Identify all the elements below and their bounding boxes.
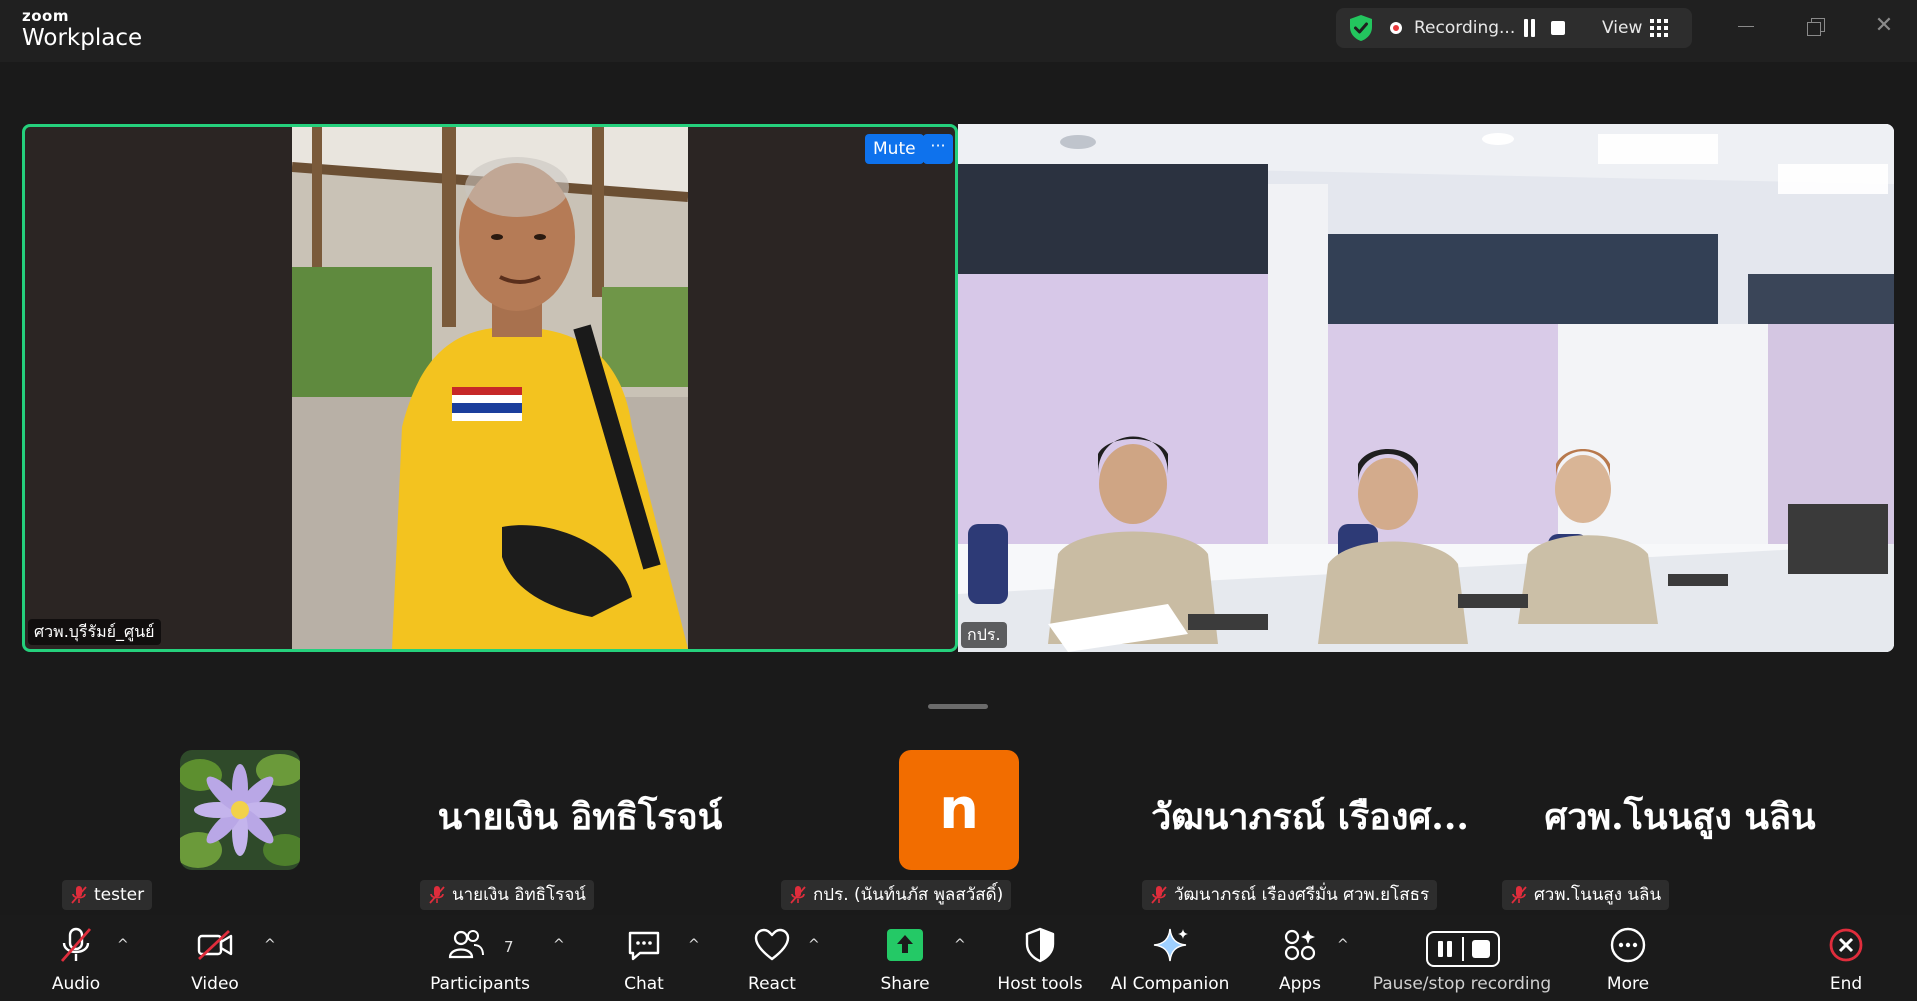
mic-muted-icon [71, 886, 87, 904]
end-label: End [1829, 974, 1863, 994]
recording-status-pill: Recording... View [1336, 8, 1692, 48]
share-options-caret[interactable]: ^ [954, 937, 966, 953]
apps-icon [1284, 929, 1316, 961]
host-tools-label: Host tools [997, 974, 1083, 994]
participant-card[interactable]: ศวพ.โนนสูง นลิน ศวพ.โนนสูง นลิน [1500, 730, 1860, 914]
participant-card[interactable]: วัฒนาภรณ์ เรืองศ... วัฒนาภรณ์ เรืองศรีมั… [1140, 730, 1500, 914]
participant-name-text: นายเงิน อิทธิโรจน์ [452, 885, 586, 905]
video-tile-active-speaker[interactable]: Mute ··· ศวพ.บุรีรัมย์_ศูนย์ [22, 124, 958, 652]
minimize-window-button[interactable] [1726, 10, 1766, 42]
participant-display-name: ศวพ.โนนสูง นลิน [1544, 796, 1816, 838]
participant-video-feed [292, 127, 688, 649]
react-button[interactable]: React [732, 915, 812, 1001]
apps-options-caret[interactable]: ^ [1337, 937, 1349, 953]
participant-name-text: วัฒนาภรณ์ เรืองศรีมั่น ศวพ.ยโสธร [1174, 885, 1430, 905]
share-button[interactable]: Share [865, 915, 945, 1001]
camera-off-icon [197, 929, 233, 961]
mic-off-icon [60, 927, 92, 962]
brand-workplace: Workplace [22, 25, 143, 51]
chat-bubble-icon [628, 931, 660, 961]
participant-name-label: ศวพ.โนนสูง นลิน [1502, 880, 1670, 910]
audio-label: Audio [51, 974, 101, 994]
participant-strip: tester นายเงิน อิทธิโรจน์ นายเงิน อิทธิโ… [0, 730, 1917, 914]
pause-icon [1437, 941, 1453, 957]
video-tile-meeting-room[interactable]: กปร. [958, 124, 1894, 652]
mute-participant-button[interactable]: Mute [865, 134, 924, 164]
audio-button[interactable]: Audio [36, 915, 116, 1001]
share-label: Share [880, 974, 930, 994]
pause-recording-icon[interactable] [1522, 19, 1536, 37]
participants-count: 7 [504, 938, 514, 956]
apps-label: Apps [1278, 974, 1322, 994]
end-meeting-button[interactable]: End [1806, 915, 1886, 1001]
video-label: Video [191, 974, 239, 994]
participant-card[interactable]: n กปร. (นันท์นภัส พูลสวัสดิ์) [780, 730, 1080, 914]
recording-dot-icon [1390, 22, 1402, 34]
tile-more-options-button[interactable]: ··· [923, 134, 953, 164]
participants-icon [448, 930, 484, 959]
audio-options-caret[interactable]: ^ [117, 937, 129, 953]
ai-companion-button[interactable]: AI Companion [1105, 915, 1235, 1001]
mic-muted-icon [790, 886, 806, 904]
participant-name-label: กปร. [961, 622, 1007, 648]
meeting-toolbar: Audio ^ Video ^ Participants 7 ^ Chat ^ [0, 915, 1917, 1001]
participants-options-caret[interactable]: ^ [553, 937, 565, 953]
close-window-button[interactable]: ✕ [1864, 10, 1904, 42]
participant-name-label: tester [62, 880, 153, 910]
pause-stop-recording-icon[interactable] [1426, 931, 1500, 967]
pause-stop-label: Pause/stop recording [1372, 974, 1552, 994]
participant-display-name: นายเงิน อิทธิโรจน์ [437, 796, 723, 838]
stop-icon [1472, 940, 1490, 958]
participant-name-label: ศวพ.บุรีรัมย์_ศูนย์ [28, 619, 161, 645]
participant-name-label: วัฒนาภรณ์ เรืองศรีมั่น ศวพ.ยโสธร [1142, 880, 1438, 910]
mic-muted-icon [1151, 886, 1167, 904]
stop-recording-icon[interactable] [1551, 21, 1565, 35]
react-options-caret[interactable]: ^ [808, 937, 820, 953]
react-label: React [748, 974, 796, 994]
mic-muted-icon [1511, 886, 1527, 904]
video-options-caret[interactable]: ^ [264, 937, 276, 953]
participant-name-text: ศวพ.โนนสูง นลิน [1534, 885, 1662, 905]
video-button[interactable]: Video [175, 915, 255, 1001]
host-tools-button[interactable]: Host tools [990, 915, 1090, 1001]
more-label: More [1606, 974, 1650, 994]
participants-button[interactable]: Participants [420, 915, 540, 1001]
app-logo: zoom Workplace [22, 8, 142, 52]
host-shield-icon [1025, 927, 1055, 963]
participants-label: Participants [430, 974, 530, 994]
mic-muted-icon [429, 886, 445, 904]
ai-companion-label: AI Companion [1110, 974, 1230, 994]
view-menu-label[interactable]: View [1602, 18, 1642, 38]
lotus-avatar-image [180, 750, 300, 870]
ai-sparkle-icon [1153, 928, 1188, 962]
participant-display-name: วัฒนาภรณ์ เรืองศ... [1151, 796, 1469, 838]
heart-icon [754, 928, 790, 961]
participant-name-label: นายเงิน อิทธิโรจน์ [420, 880, 594, 910]
chat-options-caret[interactable]: ^ [688, 937, 700, 953]
more-dots-icon [1610, 927, 1646, 963]
apps-button[interactable]: Apps [1260, 915, 1340, 1001]
participant-name-text: tester [94, 885, 145, 905]
chat-button[interactable]: Chat [604, 915, 684, 1001]
more-button[interactable]: More [1588, 915, 1668, 1001]
title-bar: zoom Workplace Recording... View ✕ [0, 0, 1917, 62]
participant-card[interactable]: tester [60, 730, 360, 914]
chat-label: Chat [624, 974, 664, 994]
restore-window-button[interactable] [1795, 10, 1835, 42]
share-screen-icon [887, 929, 923, 961]
participant-video-feed [958, 124, 1894, 652]
security-shield-icon[interactable] [1346, 13, 1376, 43]
letter-avatar: n [899, 750, 1019, 870]
participant-name-text: กปร. (นันท์นภัส พูลสวัสดิ์) [813, 885, 1004, 905]
end-meeting-icon [1829, 928, 1863, 962]
gallery-grid-icon[interactable] [1650, 19, 1668, 37]
resize-handle[interactable] [928, 704, 988, 709]
brand-zoom: zoom [22, 7, 69, 25]
recording-status-text[interactable]: Recording... [1414, 18, 1515, 38]
participant-card[interactable]: นายเงิน อิทธิโรจน์ นายเงิน อิทธิโรจน์ [420, 730, 740, 914]
participant-name-label: กปร. (นันท์นภัส พูลสวัสดิ์) [781, 880, 1012, 910]
